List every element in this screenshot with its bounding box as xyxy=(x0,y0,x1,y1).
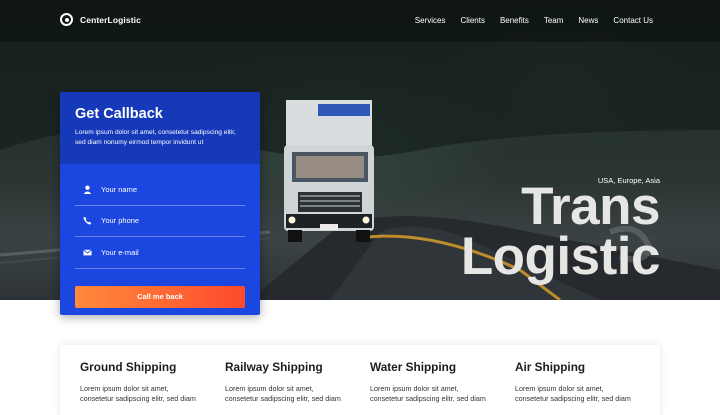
nav-item-clients[interactable]: Clients xyxy=(460,16,484,25)
logo-target-icon xyxy=(60,13,73,26)
nav-item-team[interactable]: Team xyxy=(544,16,564,25)
service-title: Railway Shipping xyxy=(225,360,323,374)
nav-item-benefits[interactable]: Benefits xyxy=(500,16,529,25)
service-text: Lorem ipsum dolor sit amet, xyxy=(225,384,314,393)
callback-title: Get Callback xyxy=(75,106,163,122)
name-field[interactable]: Your name xyxy=(75,174,245,206)
user-icon xyxy=(83,185,92,194)
top-navbar: CenterLogistic Services Clients Benefits… xyxy=(0,0,720,42)
service-air[interactable]: Air Shipping Lorem ipsum dolor sit amet,… xyxy=(515,345,660,415)
call-me-back-button[interactable]: Call me back xyxy=(75,285,245,308)
nav-item-services[interactable]: Services xyxy=(415,16,446,25)
nav-item-contact-us[interactable]: Contact Us xyxy=(613,16,653,25)
brand-logo[interactable]: CenterLogistic xyxy=(60,13,141,26)
service-text: Lorem ipsum dolor sit amet, xyxy=(515,384,604,393)
main-nav: Services Clients Benefits Team News Cont… xyxy=(415,16,653,25)
service-title: Water Shipping xyxy=(370,360,457,374)
service-text-line2: consetetur sadipscing elitr, sed diam xyxy=(80,394,196,403)
callback-form-card: Get Callback Lorem ipsum dolor sit amet,… xyxy=(60,92,260,315)
email-field-placeholder: Your e-mail xyxy=(101,247,139,257)
services-strip: Ground Shipping Lorem ipsum dolor sit am… xyxy=(60,345,660,415)
callback-form: Your name Your phone Your e-mail Call me… xyxy=(60,164,260,308)
service-water[interactable]: Water Shipping Lorem ipsum dolor sit ame… xyxy=(370,345,515,415)
service-ground[interactable]: Ground Shipping Lorem ipsum dolor sit am… xyxy=(80,345,225,415)
service-title: Ground Shipping xyxy=(80,360,177,374)
phone-field[interactable]: Your phone xyxy=(75,206,245,237)
service-text-line2: consetetur sadipscing elitr, sed diam xyxy=(370,394,486,403)
service-text: Lorem ipsum dolor sit amet, xyxy=(80,384,169,393)
name-field-placeholder: Your name xyxy=(101,184,137,194)
hero-title-line2: Logistic xyxy=(460,227,661,286)
nav-item-news[interactable]: News xyxy=(578,16,598,25)
service-title: Air Shipping xyxy=(515,360,586,374)
callback-header: Get Callback Lorem ipsum dolor sit amet,… xyxy=(60,92,260,164)
phone-icon xyxy=(83,216,92,225)
service-text: Lorem ipsum dolor sit amet, xyxy=(370,384,459,393)
hero-title-line1: Trans xyxy=(521,177,660,236)
callback-description: Lorem ipsum dolor sit amet, consetetur s… xyxy=(75,129,236,146)
mail-icon xyxy=(83,248,92,257)
brand-name: CenterLogistic xyxy=(80,14,141,25)
service-text-line2: consetetur sadipscing elitr, sed diam xyxy=(225,394,341,403)
phone-field-placeholder: Your phone xyxy=(101,216,140,226)
email-field[interactable]: Your e-mail xyxy=(75,237,245,269)
hero-title: Trans Logistic xyxy=(420,177,661,286)
service-railway[interactable]: Railway Shipping Lorem ipsum dolor sit a… xyxy=(225,345,370,415)
service-text-line2: consetetur sadipscing elitr, sed diam xyxy=(515,394,631,403)
